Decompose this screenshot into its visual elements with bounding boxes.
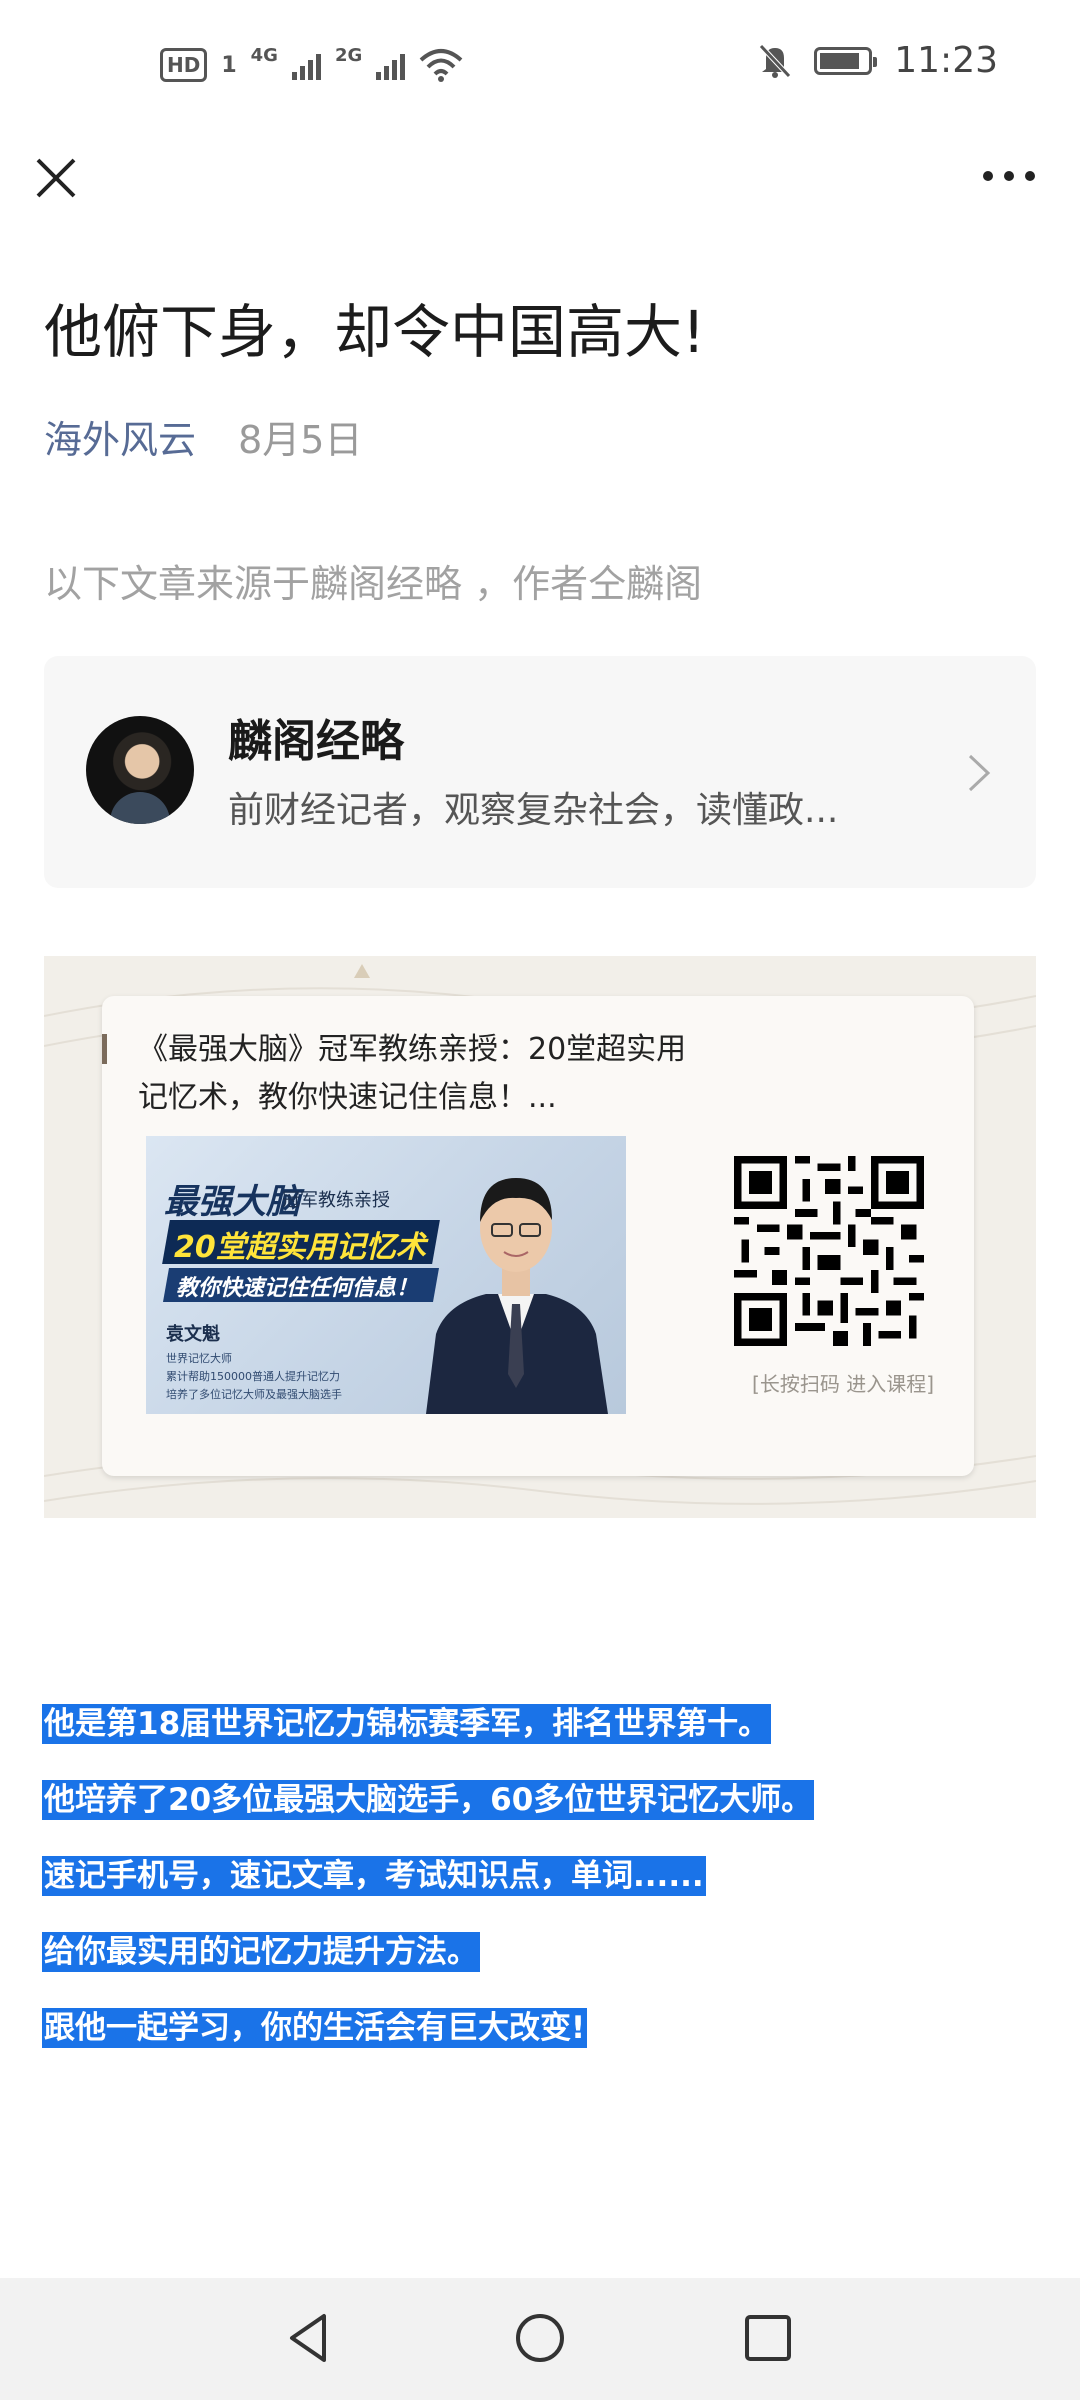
home-icon[interactable] xyxy=(510,2308,570,2368)
highlight-line-2[interactable]: 他培养了20多位最强大脑选手，60多位世界记忆大师。 xyxy=(42,1780,815,1820)
status-bar: HD 1 4G 2G 11:23 xyxy=(0,0,1080,140)
promo-card[interactable]: 《最强大脑》冠军教练亲授：20堂超实用记忆术，教你快速记住信息！... 最强大脑… xyxy=(102,996,974,1476)
highlight-line-3[interactable]: 速记手机号，速记文章，考试知识点，单词...... xyxy=(42,1856,706,1896)
network-type-2: 2G xyxy=(334,44,363,66)
chevron-right-icon xyxy=(968,754,991,792)
promo-title: 《最强大脑》冠军教练亲授：20堂超实用记忆术，教你快速记住信息！... xyxy=(138,1032,687,1115)
highlight-line-1[interactable]: 他是第18届世界记忆力锦标赛季军，排名世界第十。 xyxy=(42,1704,772,1744)
course-line-3: 培养了多位记忆大师及最强大脑选手 xyxy=(166,1388,342,1401)
wifi-icon xyxy=(419,49,463,82)
source-note: 以下文章来源于麟阁经略 ，作者仝麟阁 xyxy=(44,562,703,606)
sim-number: 1 xyxy=(221,52,237,78)
qr-caption: [长按扫码 进入课程] xyxy=(752,1372,934,1396)
close-icon[interactable] xyxy=(28,150,84,206)
course-brand: 最强大脑 xyxy=(164,1182,300,1222)
profile-name: 麟阁经略 xyxy=(228,716,404,767)
signal-icon-2 xyxy=(376,50,406,80)
promo-accent-bar xyxy=(102,1034,107,1064)
profile-description: 前财经记者，观察复杂社会，读懂政... xyxy=(228,790,839,831)
course-cover-image[interactable]: 最强大脑 冠军教练亲授 20堂超实用记忆术 教你快速记住任何信息！ 袁文魁 世界… xyxy=(146,1136,626,1414)
qr-code[interactable] xyxy=(734,1156,924,1346)
signal-icon xyxy=(291,50,321,80)
hd-badge: HD xyxy=(160,48,208,82)
battery-icon xyxy=(814,46,878,75)
network-type-1: 4G xyxy=(250,44,278,66)
article-meta: 海外风云 8月5日 xyxy=(44,412,362,468)
status-right: 11:23 xyxy=(758,40,998,81)
course-sub: 冠军教练亲授 xyxy=(282,1190,390,1211)
source-profile-card[interactable]: 麟阁经略 前财经记者，观察复杂社会，读懂政... xyxy=(44,656,1036,888)
highlight-line-5[interactable]: 跟他一起学习，你的生活会有巨大改变! xyxy=(42,2008,588,2048)
presenter-portrait xyxy=(426,1178,608,1414)
back-icon[interactable] xyxy=(280,2308,340,2368)
highlight-line-4[interactable]: 给你最实用的记忆力提升方法。 xyxy=(42,1932,480,1972)
article-title: 他俯下身，却令中国高大! xyxy=(44,298,706,366)
account-name-link[interactable]: 海外风云 xyxy=(44,418,196,462)
recents-icon[interactable] xyxy=(738,2308,798,2368)
avatar xyxy=(86,716,194,824)
system-nav-bar xyxy=(0,2278,1080,2400)
course-person-name: 袁文魁 xyxy=(166,1324,220,1345)
more-icon[interactable] xyxy=(974,156,1044,196)
course-line-2: 累计帮助150000普通人提升记忆力 xyxy=(166,1370,340,1383)
promo-banner[interactable]: 《最强大脑》冠军教练亲授：20堂超实用记忆术，教你快速记住信息！... 最强大脑… xyxy=(44,956,1036,1518)
course-line-1: 世界记忆大师 xyxy=(166,1352,232,1365)
publish-date: 8月5日 xyxy=(238,418,363,462)
course-headline: 20堂超实用记忆术 xyxy=(174,1230,426,1265)
mute-icon xyxy=(759,43,792,78)
clock: 11:23 xyxy=(894,40,998,81)
status-left: HD 1 4G 2G xyxy=(160,44,463,82)
course-subline: 教你快速记住任何信息！ xyxy=(176,1276,419,1301)
